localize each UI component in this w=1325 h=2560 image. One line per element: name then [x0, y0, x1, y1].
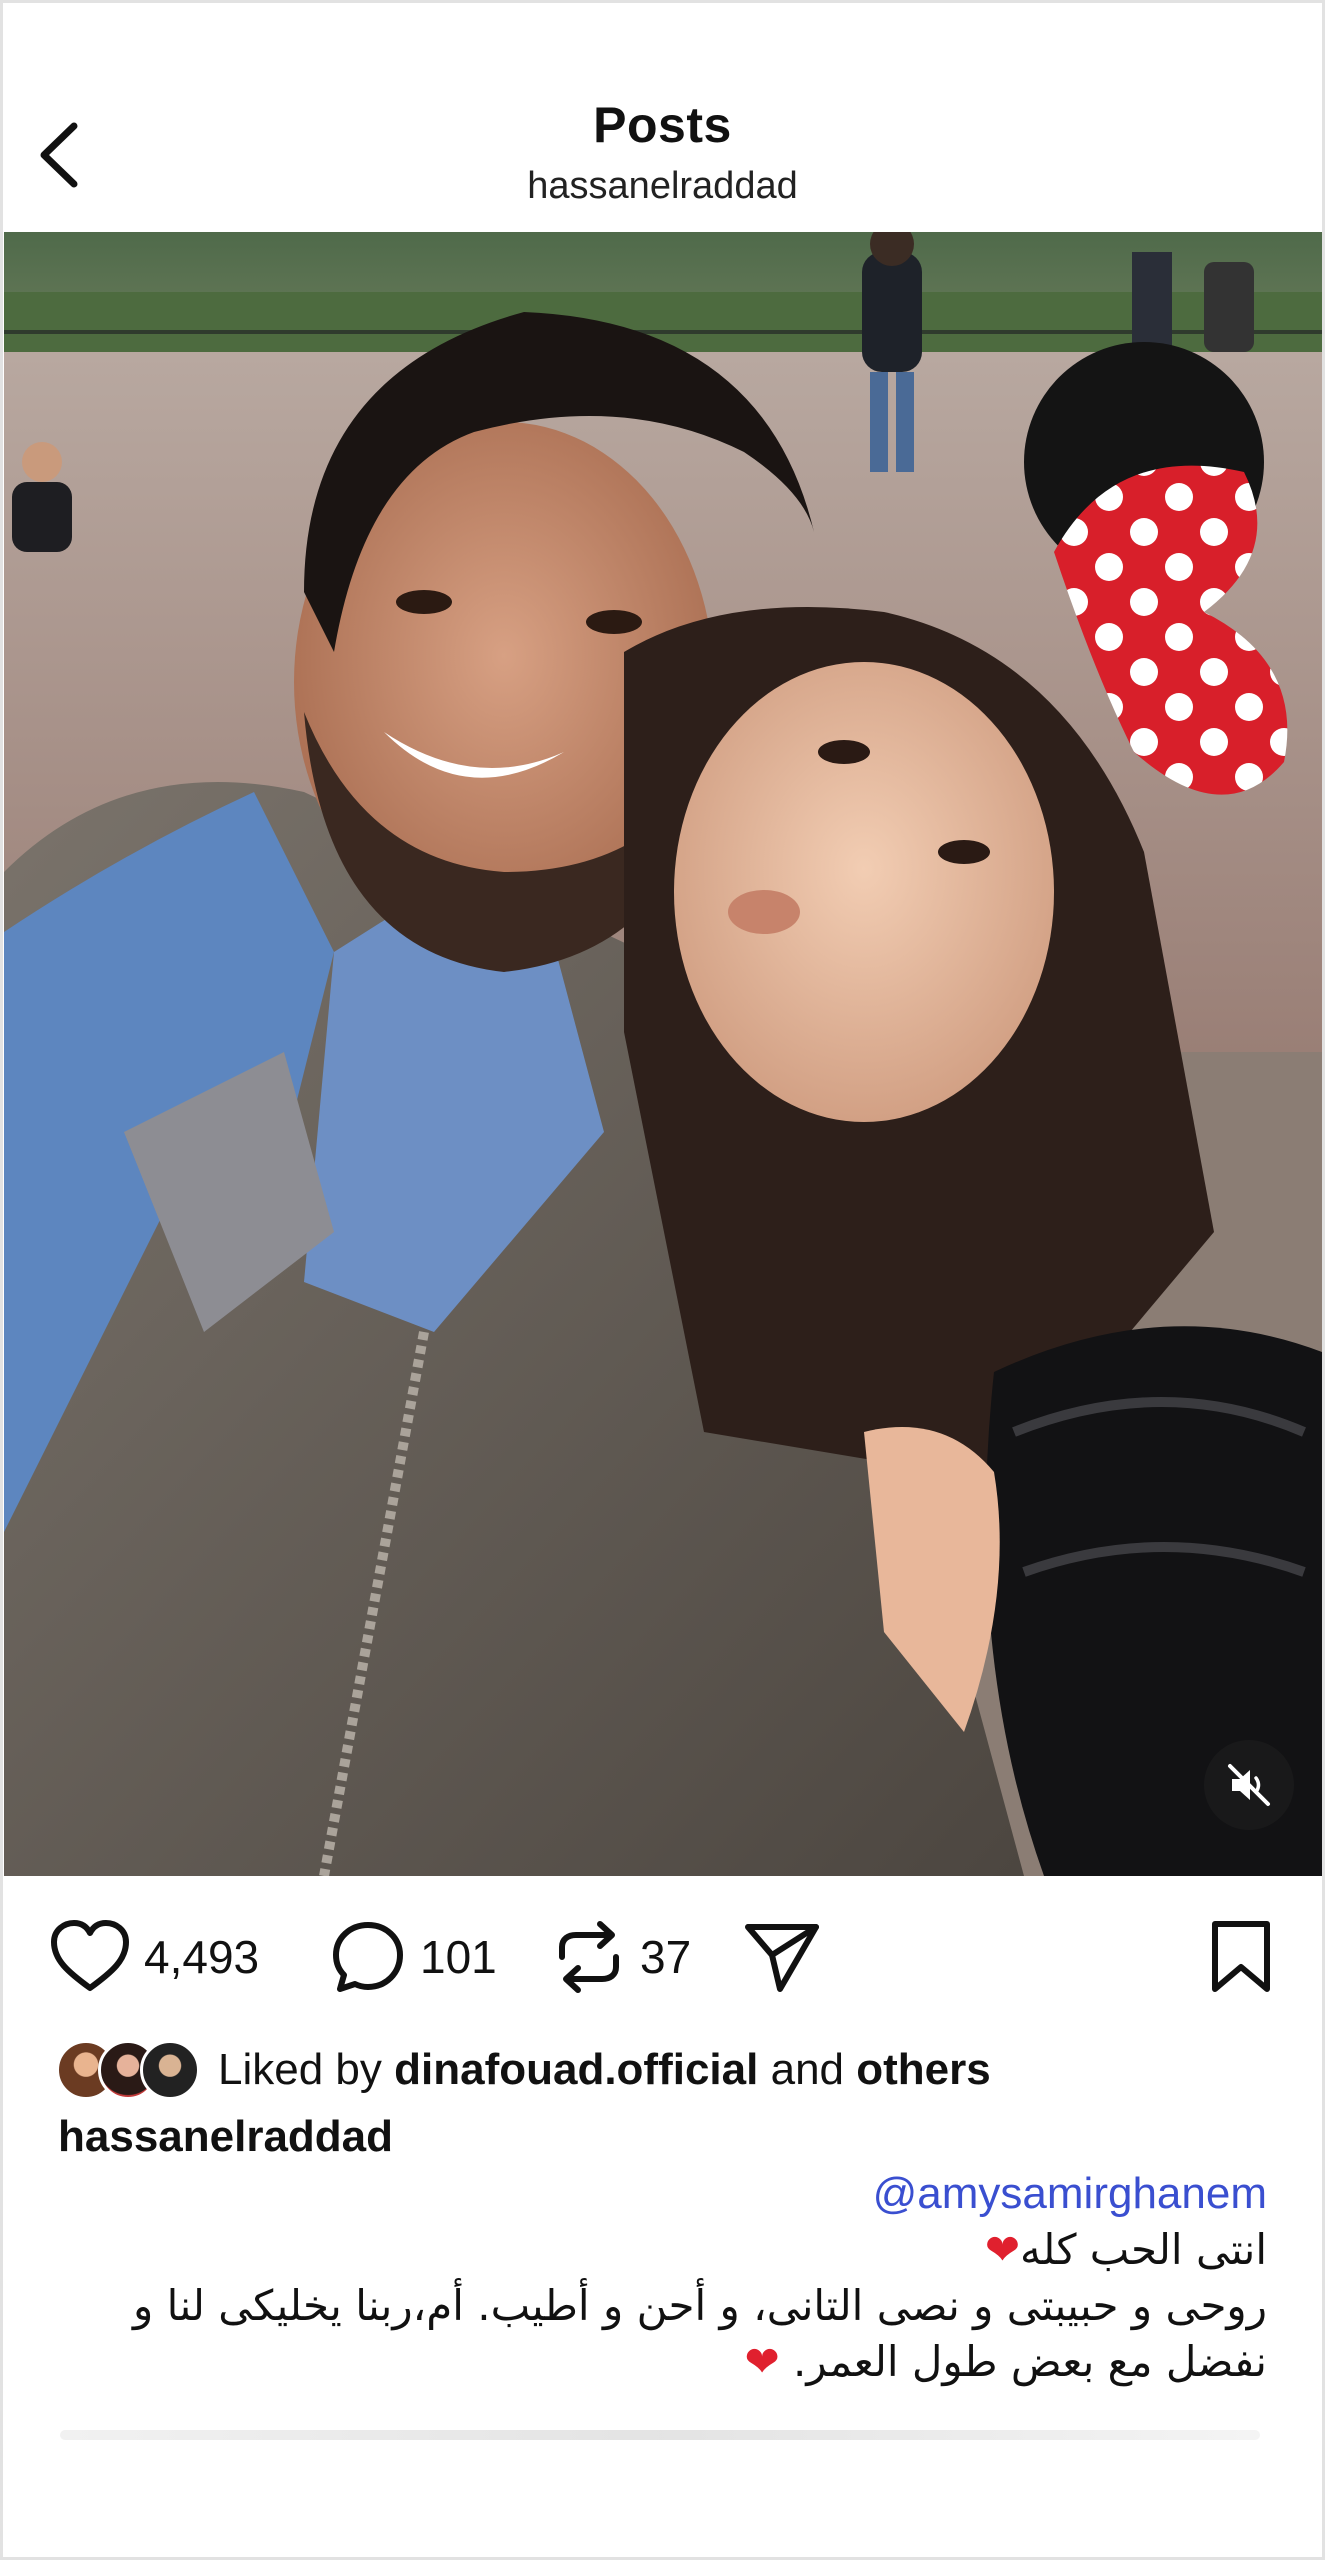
- liked-by-and: and: [770, 2045, 845, 2094]
- mute-icon: [1228, 1764, 1270, 1806]
- liked-by-row[interactable]: Liked by dinafouad.official and others: [56, 2036, 991, 2104]
- header: Posts hassanelraddad: [0, 0, 1325, 232]
- save-button[interactable]: [1209, 1912, 1273, 2002]
- page-subtitle-username[interactable]: hassanelraddad: [0, 165, 1325, 208]
- share-button[interactable]: [742, 1912, 822, 2002]
- truncated-text-fade: [60, 2430, 1260, 2440]
- repost-count: 37: [640, 1931, 692, 1983]
- liker-avatars: [56, 2040, 200, 2100]
- post-media[interactable]: [4, 232, 1322, 1876]
- avatar: [140, 2040, 200, 2100]
- page-title: Posts: [593, 97, 732, 153]
- comment-count: 101: [420, 1931, 497, 1983]
- heart-icon: [51, 1920, 129, 1991]
- liked-by-user[interactable]: dinafouad.official: [394, 2045, 758, 2095]
- mute-button[interactable]: [1204, 1740, 1294, 1830]
- like-count: 4,493: [144, 1931, 260, 1983]
- caption-line-1: انتى الحب كله❤: [57, 2222, 1267, 2278]
- caption-line-2: روحى و حبيبتى و نصى التانى، و أحن و أطيب…: [57, 2278, 1267, 2390]
- action-bar: 4,493 101 37: [0, 1912, 1325, 2002]
- repost-button[interactable]: 37: [552, 1912, 691, 2002]
- post-author[interactable]: hassanelraddad: [58, 2112, 393, 2162]
- repost-icon: [559, 1921, 619, 1993]
- post-caption: @amysamirghanem انتى الحب كله❤ روحى و حب…: [57, 2166, 1267, 2390]
- comment-icon: [333, 1922, 403, 1992]
- photo-illustration: [4, 232, 1322, 1876]
- red-heart-icon: ❤: [744, 2337, 780, 2386]
- liked-by-prefix: Liked by: [218, 2045, 382, 2094]
- comment-button[interactable]: 101: [330, 1912, 497, 2002]
- caption-line-1-text: انتى الحب كله: [1020, 2225, 1267, 2274]
- caption-mention[interactable]: @amysamirghanem: [57, 2166, 1267, 2222]
- liked-by-others[interactable]: others: [856, 2045, 990, 2095]
- bookmark-icon: [1212, 1921, 1270, 1992]
- caption-line-2-text: روحى و حبيبتى و نصى التانى، و أحن و أطيب…: [133, 2281, 1267, 2386]
- red-heart-icon: ❤: [984, 2225, 1021, 2274]
- like-button[interactable]: 4,493: [50, 1912, 259, 2002]
- send-icon: [745, 1924, 819, 1992]
